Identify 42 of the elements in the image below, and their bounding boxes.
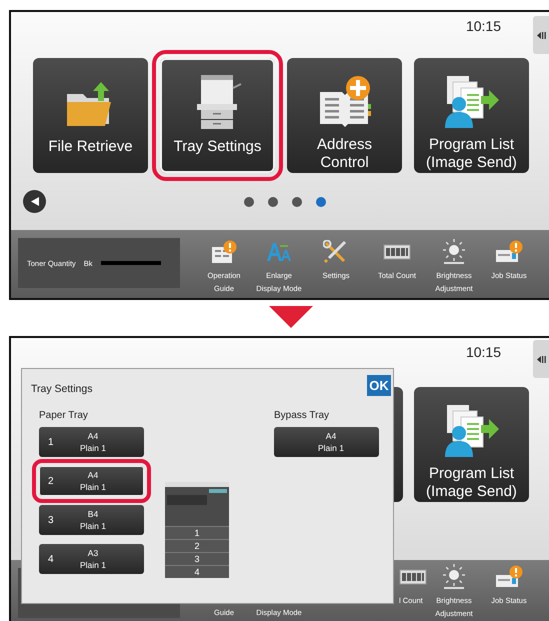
clock: 10:15 <box>466 18 501 35</box>
collapse-icon <box>536 356 546 362</box>
drawer-number: 4 <box>165 565 229 578</box>
back-arrow-icon <box>30 197 38 206</box>
page-dot[interactable] <box>292 196 302 206</box>
collapse-icon <box>536 32 546 38</box>
counter-icon <box>383 242 411 262</box>
page-dot[interactable] <box>316 196 326 206</box>
side-panel-tab[interactable] <box>533 16 549 54</box>
dialog-title: Tray Settings <box>31 383 92 395</box>
app-tile[interactable]: File Retrieve <box>33 58 148 173</box>
app-tile[interactable]: Address Control <box>287 58 402 173</box>
app-tile[interactable]: Program List (Image Send) <box>414 387 529 502</box>
job-status-icon <box>495 240 523 264</box>
page-dot[interactable] <box>244 196 254 206</box>
tray-button[interactable]: 2 A4 Plain 1 <box>39 466 144 496</box>
enlarge-text-icon <box>266 241 292 263</box>
guide-book-icon <box>211 240 237 264</box>
brightness-sun-icon <box>441 239 467 265</box>
drawer-number: 2 <box>165 539 229 552</box>
ok-button[interactable]: OK <box>367 375 391 396</box>
back-button[interactable] <box>23 190 46 213</box>
bypass-tray-button[interactable]: A4 Plain 1 <box>274 427 379 457</box>
job-status-icon <box>495 565 523 589</box>
clock: 10:15 <box>466 344 501 361</box>
drawer-number: 1 <box>165 526 229 539</box>
tray-button[interactable]: 3 B4 Plain 1 <box>39 505 144 535</box>
app-tile[interactable]: Program List (Image Send) <box>414 58 529 173</box>
section-label: Paper Tray <box>39 410 89 421</box>
page-dot[interactable] <box>268 196 278 206</box>
wrench-screwdriver-icon <box>323 240 349 264</box>
drawer-number: 3 <box>165 552 229 565</box>
tray-button[interactable]: 1 A4 Plain 1 <box>39 427 144 457</box>
side-panel-tab[interactable] <box>533 340 549 378</box>
document-person-icon <box>442 74 500 128</box>
counter-icon <box>399 567 427 587</box>
app-tile[interactable]: Tray Settings <box>160 58 275 173</box>
brightness-sun-icon <box>441 564 467 590</box>
document-person-icon <box>442 403 500 457</box>
section-label: Bypass Tray <box>274 410 330 421</box>
tray-button[interactable]: 4 A3 Plain 1 <box>39 544 144 574</box>
down-arrow-icon <box>269 306 313 328</box>
